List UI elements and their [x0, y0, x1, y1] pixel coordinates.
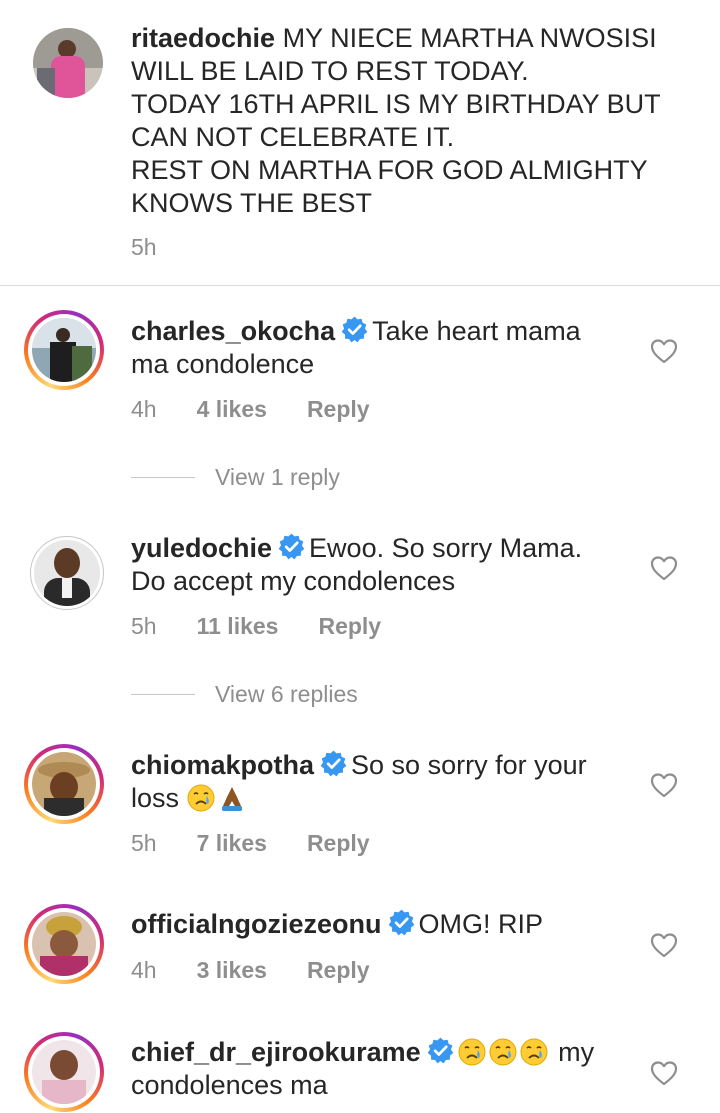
caption-line: KNOWS THE BEST	[131, 188, 373, 218]
comment-time: 5h	[131, 613, 157, 639]
likes-count[interactable]: 7 likes	[197, 830, 267, 857]
like-heart-icon[interactable]	[650, 1060, 678, 1086]
verified-badge-icon	[388, 909, 415, 936]
comment-body: Do accept my condolences	[131, 566, 456, 596]
caption-line: CAN NOT CELEBRATE IT.	[131, 122, 455, 152]
comment-body: OMG! RIP	[418, 909, 544, 939]
verified-badge-icon	[341, 316, 368, 343]
crying-face-icon	[489, 1038, 517, 1066]
avatar-officialngoziezeonu[interactable]	[24, 904, 104, 984]
post-caption: ritaedochie MY NIECE MARTHA NWOSISI WILL…	[0, 0, 720, 286]
divider-line	[131, 694, 195, 695]
verified-badge-icon	[320, 750, 347, 777]
caption-meta: 5h	[131, 234, 157, 261]
comment-text: chief_dr_ejirookurame my condolences ma	[131, 1036, 594, 1102]
avatar-ritaedochie[interactable]	[33, 28, 103, 98]
caption-username[interactable]: ritaedochie	[131, 23, 275, 53]
view-replies-label: View 6 replies	[215, 681, 358, 707]
comment-username[interactable]: chiomakpotha	[131, 750, 314, 780]
avatar-yuledochie[interactable]	[30, 536, 104, 610]
comment-body: loss	[131, 783, 180, 813]
avatar-image	[32, 752, 96, 816]
verified-badge-icon	[278, 533, 305, 560]
comment-text: chiomakpotha So so sorry for your loss	[131, 749, 587, 815]
likes-count[interactable]: 11 likes	[197, 613, 279, 640]
comment-text: yuledochie Ewoo. So sorry Mama. Do accept…	[131, 532, 582, 598]
view-replies-button[interactable]: View 6 replies	[131, 681, 358, 708]
comment-meta: 5h 11 likes Reply	[131, 613, 381, 640]
avatar-chiomakpotha[interactable]	[24, 744, 104, 824]
folded-hands-icon	[218, 784, 246, 812]
comment-username[interactable]: chief_dr_ejirookurame	[131, 1037, 421, 1067]
like-heart-icon[interactable]	[650, 555, 678, 581]
verified-badge-icon	[427, 1037, 454, 1064]
avatar-image	[34, 540, 100, 606]
reply-button[interactable]: Reply	[307, 830, 370, 857]
comment-body: ma condolence	[131, 349, 315, 379]
caption-line: MY NIECE MARTHA NWOSISI	[282, 23, 657, 53]
crying-face-icon	[458, 1038, 486, 1066]
comment-meta: 5h 7 likes Reply	[131, 830, 370, 857]
avatar-image	[32, 1040, 96, 1104]
likes-count[interactable]: 3 likes	[197, 957, 267, 984]
view-replies-button[interactable]: View 1 reply	[131, 464, 340, 491]
comment-body: my	[558, 1037, 595, 1067]
avatar-image	[32, 318, 96, 382]
like-heart-icon[interactable]	[650, 932, 678, 958]
comment-username[interactable]: charles_okocha	[131, 316, 335, 346]
reply-button[interactable]: Reply	[307, 396, 370, 423]
crying-face-icon	[520, 1038, 548, 1066]
reply-button[interactable]: Reply	[318, 613, 381, 640]
comment-body: Take heart mama	[372, 316, 581, 346]
avatar-chief-dr-ejirookurame[interactable]	[24, 1032, 104, 1112]
caption-line: WILL BE LAID TO REST TODAY.	[131, 56, 529, 86]
comment-username[interactable]: officialngoziezeonu	[131, 909, 382, 939]
comment-meta: 4h 3 likes Reply	[131, 957, 370, 984]
crying-face-icon	[187, 784, 215, 812]
likes-count[interactable]: 4 likes	[197, 396, 267, 423]
comment-meta: 4h 4 likes Reply	[131, 396, 370, 423]
caption-text: ritaedochie MY NIECE MARTHA NWOSISI WILL…	[131, 22, 661, 220]
comment-text: officialngoziezeonu OMG! RIP	[131, 908, 543, 941]
divider-line	[131, 477, 195, 478]
avatar-image	[33, 28, 103, 98]
caption-time: 5h	[131, 234, 157, 260]
like-heart-icon[interactable]	[650, 772, 678, 798]
caption-line: TODAY 16TH APRIL IS MY BIRTHDAY BUT	[131, 89, 661, 119]
comment-body: Ewoo. So sorry Mama.	[309, 533, 583, 563]
like-heart-icon[interactable]	[650, 338, 678, 364]
avatar-image	[32, 912, 96, 976]
comment-username[interactable]: yuledochie	[131, 533, 272, 563]
comment-body: condolences ma	[131, 1070, 328, 1100]
comment-body: So so sorry for your	[351, 750, 587, 780]
comment-time: 5h	[131, 830, 157, 856]
comment-text: charles_okocha Take heart mama ma condole…	[131, 315, 581, 381]
avatar-charles-okocha[interactable]	[24, 310, 104, 390]
reply-button[interactable]: Reply	[307, 957, 370, 984]
view-replies-label: View 1 reply	[215, 464, 340, 490]
comment-time: 4h	[131, 396, 157, 422]
caption-line: REST ON MARTHA FOR GOD ALMIGHTY	[131, 155, 648, 185]
comment-time: 4h	[131, 957, 157, 983]
